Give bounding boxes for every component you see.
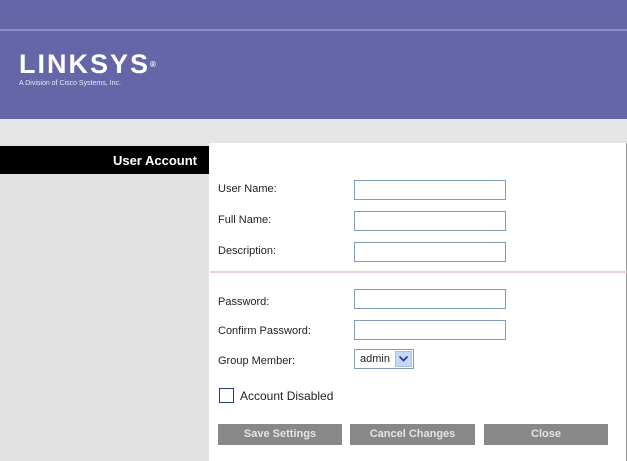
cancel-changes-button[interactable]: Cancel Changes <box>350 424 475 445</box>
description-input[interactable] <box>354 242 506 262</box>
full-name-label: Full Name: <box>218 214 272 226</box>
grey-band <box>0 119 627 143</box>
header-top-bar <box>0 0 627 29</box>
user-name-input[interactable] <box>354 180 506 200</box>
group-member-select[interactable]: admin <box>354 349 414 369</box>
chevron-down-icon <box>399 356 408 362</box>
description-label: Description: <box>218 245 277 257</box>
section-divider <box>210 271 627 273</box>
password-input[interactable] <box>354 289 506 309</box>
password-label: Password: <box>218 296 270 308</box>
dropdown-button[interactable] <box>395 351 412 367</box>
logo-tagline: A Division of Cisco Systems, Inc. <box>19 80 121 87</box>
sidebar-title: User Account <box>112 153 197 168</box>
confirm-password-input[interactable] <box>354 320 506 340</box>
account-disabled-label: Account Disabled <box>240 389 334 403</box>
save-settings-button[interactable]: Save Settings <box>218 424 342 445</box>
sidebar <box>0 143 209 461</box>
full-name-input[interactable] <box>354 211 506 231</box>
close-button[interactable]: Close <box>484 424 608 445</box>
confirm-password-label: Confirm Password: <box>218 325 311 337</box>
logo-text: LINKSYS <box>19 49 151 79</box>
account-disabled-checkbox[interactable] <box>219 388 234 403</box>
group-member-label: Group Member: <box>218 355 296 367</box>
linksys-logo: LINKSYS® <box>19 51 156 78</box>
user-name-label: User Name: <box>218 183 277 195</box>
group-member-value: admin <box>360 353 390 365</box>
sidebar-title-bar: User Account <box>0 146 209 174</box>
registered-mark: ® <box>150 60 156 69</box>
